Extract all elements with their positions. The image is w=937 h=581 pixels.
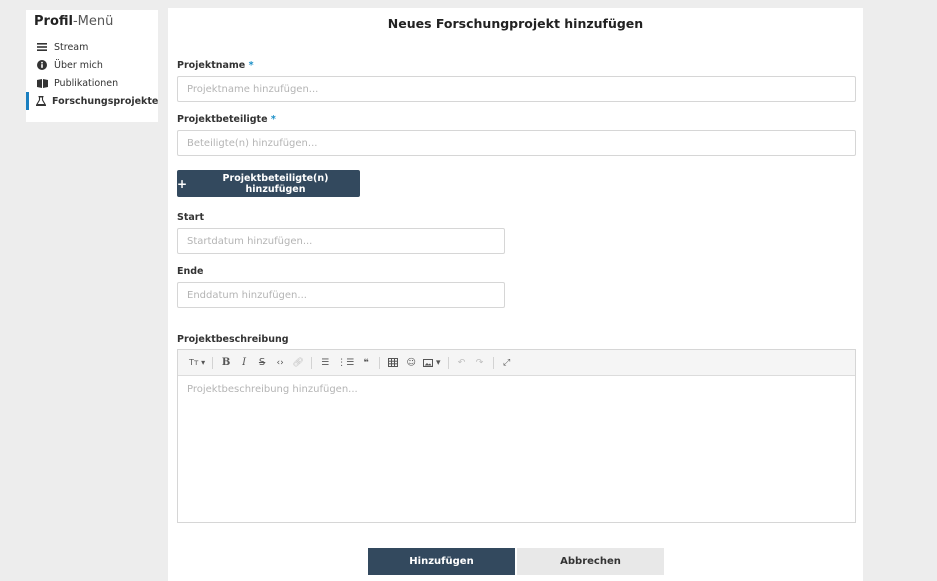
- editor-toolbar: Tт ▾ B I S ‹› 🔗︎ ☰ ⋮☰ ❝ ☺ ▾ ↶ ↷ ⤢: [178, 350, 855, 376]
- toolbar-divider: [447, 356, 449, 369]
- required-mark: *: [248, 60, 254, 71]
- end-label: Ende: [177, 266, 204, 277]
- toolbar-divider: [492, 356, 494, 369]
- link-icon[interactable]: 🔗︎: [289, 354, 307, 372]
- project-name-label: Projektname *: [177, 60, 254, 71]
- add-project-form: Neues Forschungprojekt hinzufügen Projek…: [168, 8, 863, 581]
- end-date-input[interactable]: [177, 282, 505, 308]
- description-label: Projektbeschreibung: [177, 334, 289, 345]
- start-date-input[interactable]: [177, 228, 505, 254]
- sidebar-item-stream[interactable]: Stream: [26, 38, 158, 56]
- sidebar-title: Profil-Menü: [26, 10, 158, 38]
- add-participant-label: Projektbeteiligte(n) hinzufügen: [222, 172, 329, 195]
- toolbar-divider: [212, 356, 214, 369]
- participants-label: Projektbeteiligte *: [177, 114, 276, 125]
- cancel-button[interactable]: Abbrechen: [517, 548, 664, 575]
- redo-icon[interactable]: ↷: [471, 354, 489, 372]
- profile-menu: Profil-Menü Stream Über mich Publikation…: [26, 10, 158, 122]
- code-icon[interactable]: ‹›: [271, 354, 289, 372]
- sidebar-item-ueber-mich[interactable]: Über mich: [26, 56, 158, 74]
- strikethrough-icon[interactable]: S: [253, 354, 271, 372]
- image-icon[interactable]: ▾: [420, 354, 443, 372]
- sidebar-item-publikationen[interactable]: Publikationen: [26, 74, 158, 92]
- project-name-input[interactable]: [177, 76, 856, 102]
- description-editor: Tт ▾ B I S ‹› 🔗︎ ☰ ⋮☰ ❝ ☺ ▾ ↶ ↷ ⤢ Projek…: [177, 349, 856, 523]
- toolbar-divider: [379, 356, 381, 369]
- list-icon: [36, 42, 48, 52]
- project-name-label-text: Projektname: [177, 60, 246, 71]
- undo-icon[interactable]: ↶: [453, 354, 471, 372]
- sidebar-menu: Stream Über mich Publikationen Forschung…: [26, 38, 158, 110]
- toolbar-divider: [311, 356, 313, 369]
- sidebar-title-rest: -Menü: [72, 14, 114, 29]
- ordered-list-icon[interactable]: ⋮☰: [334, 354, 357, 372]
- participants-label-text: Projektbeteiligte: [177, 114, 268, 125]
- fullscreen-icon[interactable]: ⤢: [498, 354, 516, 372]
- emoji-icon[interactable]: ☺: [402, 354, 420, 372]
- flask-icon: [36, 96, 46, 106]
- sidebar-item-label: Stream: [54, 41, 89, 53]
- sidebar-item-label: Über mich: [54, 59, 103, 71]
- italic-icon[interactable]: I: [235, 354, 253, 372]
- sidebar-item-forschungsprojekte[interactable]: Forschungsprojekte: [26, 92, 158, 110]
- book-icon: [36, 78, 48, 88]
- description-textarea[interactable]: Projektbeschreibung hinzufügen...: [178, 376, 855, 403]
- start-label: Start: [177, 212, 205, 223]
- table-icon[interactable]: [384, 354, 402, 372]
- text-size-icon[interactable]: Tт ▾: [186, 354, 208, 372]
- bold-icon[interactable]: B: [217, 354, 235, 372]
- sidebar-item-label: Publikationen: [54, 77, 119, 89]
- sidebar-title-bold: Profil: [34, 14, 73, 29]
- submit-button[interactable]: Hinzufügen: [368, 548, 515, 575]
- participants-input[interactable]: [177, 130, 856, 156]
- plus-icon: +: [177, 176, 188, 191]
- quote-icon[interactable]: ❝: [357, 354, 375, 372]
- required-mark: *: [270, 114, 276, 125]
- unordered-list-icon[interactable]: ☰: [316, 354, 334, 372]
- page-title: Neues Forschungprojekt hinzufügen: [387, 16, 644, 31]
- add-participant-button[interactable]: + Projektbeteiligte(n) hinzufügen: [177, 170, 360, 197]
- sidebar-item-label: Forschungsprojekte: [52, 95, 159, 107]
- info-icon: [36, 60, 48, 70]
